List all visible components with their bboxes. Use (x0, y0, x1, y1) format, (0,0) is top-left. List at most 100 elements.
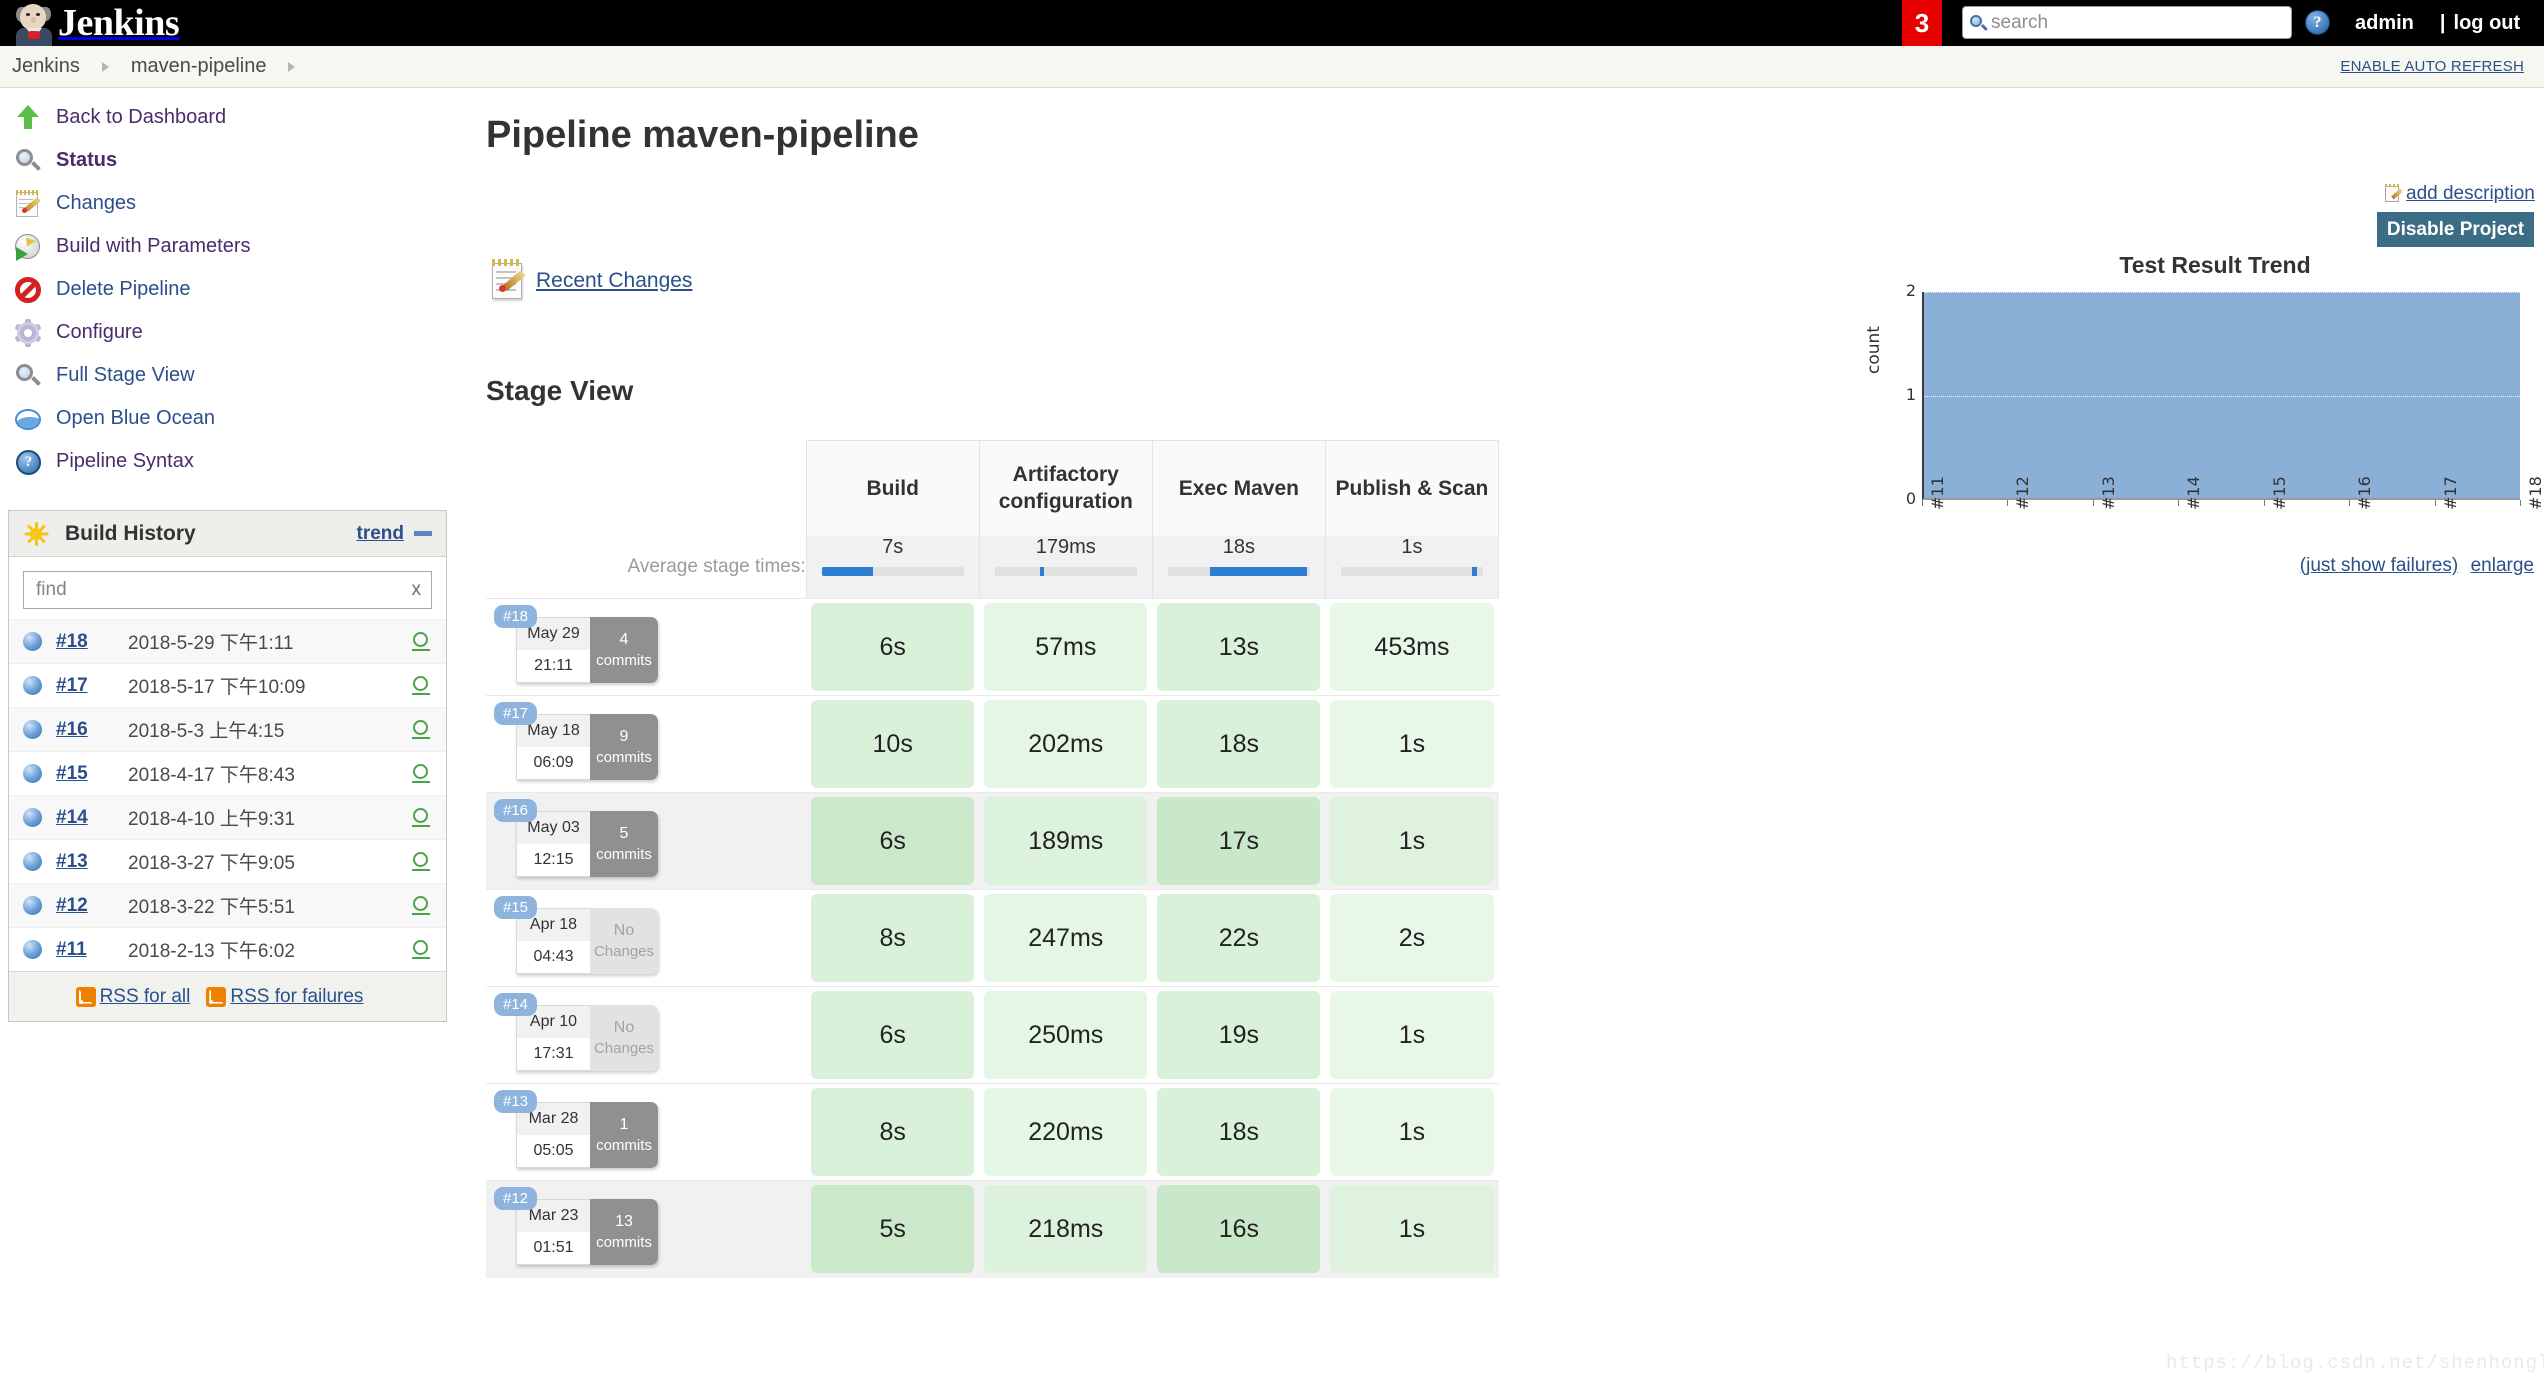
stage-duration-cell[interactable]: 1s (1325, 792, 1499, 890)
stage-duration-chip[interactable]: 17s (1157, 797, 1321, 885)
stage-duration-chip[interactable]: 1s (1330, 700, 1494, 788)
find-input[interactable] (34, 578, 412, 602)
rss-for-all-link[interactable]: RSS for all (100, 986, 191, 1008)
just-show-failures-link[interactable]: (just show failures) (2300, 555, 2458, 576)
build-commits[interactable]: 4 commits (590, 617, 658, 683)
search-box[interactable] (1962, 6, 2292, 39)
build-info-card[interactable]: Mar 28 05:05 1 commits (516, 1102, 658, 1168)
build-commits[interactable]: 5 commits (590, 811, 658, 877)
console-output-icon[interactable] (410, 851, 432, 873)
stage-duration-cell[interactable]: 218ms (979, 1180, 1153, 1278)
stage-duration-cell[interactable]: 10s (806, 695, 980, 793)
sidebar-item-build-with-parameters[interactable]: Build with Parameters (0, 225, 460, 268)
sidebar-item-configure[interactable]: Configure (0, 311, 460, 354)
build-info-card[interactable]: Apr 10 17:31 No Changes (516, 1005, 658, 1071)
build-info-card[interactable]: Mar 23 01:51 13 commits (516, 1199, 658, 1265)
stage-duration-cell[interactable]: 8s (806, 1083, 980, 1181)
build-history-row[interactable]: #14 2018-4-10 上午9:31 (9, 795, 446, 839)
stage-build-row[interactable]: #16 May 03 12:15 5 commits 6s 189ms 17s 1s (486, 792, 1499, 890)
stage-duration-chip[interactable]: 453ms (1330, 603, 1494, 691)
build-number-link[interactable]: #18 (56, 631, 128, 653)
stage-duration-chip[interactable]: 250ms (984, 991, 1148, 1079)
build-number-badge[interactable]: #14 (494, 993, 538, 1016)
enable-auto-refresh-link[interactable]: ENABLE AUTO REFRESH (2340, 58, 2524, 75)
collapse-icon[interactable] (414, 531, 432, 536)
build-queue-badge[interactable]: 3 (1902, 0, 1942, 46)
stage-duration-chip[interactable]: 6s (811, 991, 975, 1079)
stage-duration-cell[interactable]: 18s (1152, 1083, 1326, 1181)
build-number-link[interactable]: #11 (56, 939, 128, 961)
stage-duration-cell[interactable]: 19s (1152, 986, 1326, 1084)
build-commits[interactable]: 13 commits (590, 1199, 658, 1265)
build-number-link[interactable]: #15 (56, 763, 128, 785)
jenkins-logo-link[interactable]: Jenkins (0, 0, 180, 46)
stage-duration-chip[interactable]: 18s (1157, 700, 1321, 788)
stage-duration-chip[interactable]: 22s (1157, 894, 1321, 982)
stage-build-row[interactable]: #18 May 29 21:11 4 commits 6s 57ms 13s 453ms (486, 598, 1499, 696)
add-description-link[interactable]: add description (2406, 183, 2535, 205)
stage-duration-cell[interactable]: 6s (806, 986, 980, 1084)
stage-duration-chip[interactable]: 8s (811, 1088, 975, 1176)
stage-duration-chip[interactable]: 1s (1330, 991, 1494, 1079)
stage-duration-cell[interactable]: 6s (806, 598, 980, 696)
stage-build-row[interactable]: #15 Apr 18 04:43 No Changes 8s 247ms 22s 2s (486, 889, 1499, 987)
stage-duration-chip[interactable]: 19s (1157, 991, 1321, 1079)
stage-duration-cell[interactable]: 220ms (979, 1083, 1153, 1181)
build-history-row[interactable]: #15 2018-4-17 下午8:43 (9, 751, 446, 795)
stage-duration-chip[interactable]: 1s (1330, 797, 1494, 885)
build-number-link[interactable]: #13 (56, 851, 128, 873)
stage-build-row[interactable]: #12 Mar 23 01:51 13 commits 5s 218ms 16s 1s (486, 1180, 1499, 1278)
stage-duration-cell[interactable]: 453ms (1325, 598, 1499, 696)
build-number-link[interactable]: #16 (56, 719, 128, 741)
stage-duration-chip[interactable]: 5s (811, 1185, 975, 1274)
build-number-badge[interactable]: #13 (494, 1090, 538, 1113)
sidebar-item-changes[interactable]: Changes (0, 182, 460, 225)
stage-duration-chip[interactable]: 6s (811, 797, 975, 885)
stage-duration-chip[interactable]: 202ms (984, 700, 1148, 788)
stage-duration-cell[interactable]: 16s (1152, 1180, 1326, 1278)
build-commits[interactable]: No Changes (590, 1005, 658, 1071)
build-number-badge[interactable]: #15 (494, 896, 538, 919)
user-link[interactable]: admin (2355, 12, 2414, 35)
stage-build-row[interactable]: #13 Mar 28 05:05 1 commits 8s 220ms 18s 1s (486, 1083, 1499, 1181)
build-history-row[interactable]: #18 2018-5-29 下午1:11 (9, 619, 446, 663)
stage-duration-chip[interactable]: 189ms (984, 797, 1148, 885)
stage-duration-chip[interactable]: 13s (1157, 603, 1321, 691)
stage-duration-chip[interactable]: 57ms (984, 603, 1148, 691)
stage-duration-chip[interactable]: 16s (1157, 1185, 1321, 1274)
stage-build-row[interactable]: #14 Apr 10 17:31 No Changes 6s 250ms 19s 1s (486, 986, 1499, 1084)
console-output-icon[interactable] (410, 807, 432, 829)
find-box[interactable]: x (23, 571, 432, 609)
stage-duration-cell[interactable]: 22s (1152, 889, 1326, 987)
stage-duration-chip[interactable]: 247ms (984, 894, 1148, 982)
console-output-icon[interactable] (410, 895, 432, 917)
build-info-card[interactable]: Apr 18 04:43 No Changes (516, 908, 658, 974)
stage-duration-chip[interactable]: 1s (1330, 1185, 1494, 1274)
stage-duration-cell[interactable]: 13s (1152, 598, 1326, 696)
stage-duration-chip[interactable]: 10s (811, 700, 975, 788)
stage-duration-chip[interactable]: 218ms (984, 1185, 1148, 1274)
search-input[interactable] (1988, 9, 2291, 36)
stage-duration-chip[interactable]: 220ms (984, 1088, 1148, 1176)
stage-duration-cell[interactable]: 202ms (979, 695, 1153, 793)
enlarge-link[interactable]: enlarge (2471, 555, 2534, 576)
stage-duration-cell[interactable]: 247ms (979, 889, 1153, 987)
stage-duration-cell[interactable]: 57ms (979, 598, 1153, 696)
logout-link[interactable]: log out (2454, 12, 2521, 35)
breadcrumb-item-jenkins[interactable]: Jenkins (12, 55, 80, 78)
build-info-card[interactable]: May 03 12:15 5 commits (516, 811, 658, 877)
console-output-icon[interactable] (410, 719, 432, 741)
build-history-row[interactable]: #12 2018-3-22 下午5:51 (9, 883, 446, 927)
sidebar-item-delete-pipeline[interactable]: Delete Pipeline (0, 268, 460, 311)
sidebar-item-pipeline-syntax[interactable]: ? Pipeline Syntax (0, 440, 460, 483)
sidebar-item-status[interactable]: Status (0, 139, 460, 182)
build-number-link[interactable]: #12 (56, 895, 128, 917)
console-output-icon[interactable] (410, 675, 432, 697)
build-history-row[interactable]: #11 2018-2-13 下午6:02 (9, 927, 446, 971)
stage-build-row[interactable]: #17 May 18 06:09 9 commits 10s 202ms 18s 1s (486, 695, 1499, 793)
clear-find-icon[interactable]: x (412, 579, 422, 601)
stage-duration-cell[interactable]: 250ms (979, 986, 1153, 1084)
sidebar-item-full-stage-view[interactable]: Full Stage View (0, 354, 460, 397)
build-commits[interactable]: No Changes (590, 908, 658, 974)
build-history-row[interactable]: #13 2018-3-27 下午9:05 (9, 839, 446, 883)
